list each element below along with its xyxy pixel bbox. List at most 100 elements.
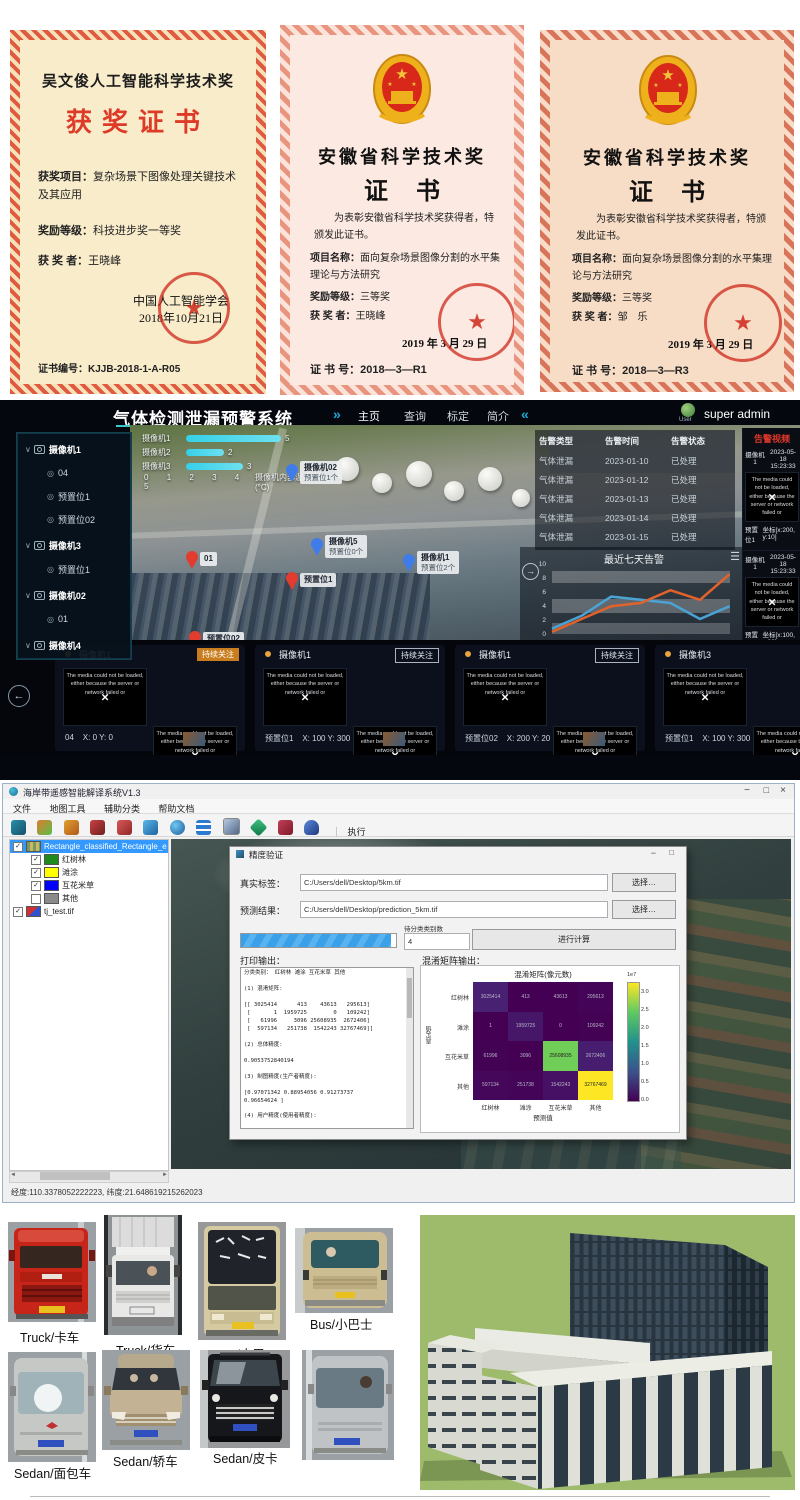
diamond-icon[interactable] bbox=[250, 818, 268, 836]
map-pin-preset1[interactable]: 预置位1 bbox=[285, 571, 299, 591]
maximize-button[interactable]: □ bbox=[669, 848, 674, 857]
map-pin-camera02[interactable]: 摄像机02预置位1个 bbox=[285, 463, 299, 483]
nav-prev-icon[interactable]: » bbox=[333, 406, 341, 422]
zoom-out-icon[interactable] bbox=[90, 820, 105, 835]
site-map[interactable]: 摄像机15 摄像机22 摄像机33 0 1 2 3 4 5 摄像机内部温度(°C… bbox=[130, 425, 800, 665]
avatar[interactable] bbox=[681, 403, 695, 417]
alarm-row[interactable]: 气体泄漏2023-01-14已处理 bbox=[535, 509, 735, 528]
prediction-path-input[interactable] bbox=[300, 901, 608, 918]
carousel-card[interactable]: 摄像机1 持续关注 The media could not be loaded,… bbox=[55, 645, 245, 751]
alarm-row[interactable]: 气体泄漏2023-01-15已处理 bbox=[535, 528, 735, 547]
zoom-in-icon[interactable] bbox=[117, 820, 132, 835]
delete-icon[interactable] bbox=[64, 820, 79, 835]
binoculars-icon[interactable] bbox=[11, 820, 26, 835]
certificate-title: 证书 bbox=[290, 171, 514, 206]
card-thumbnail[interactable] bbox=[583, 732, 605, 746]
checkbox[interactable]: ✓ bbox=[13, 842, 23, 852]
bar-label: 摄像机2 bbox=[142, 447, 182, 458]
layer-raster[interactable]: ✓tj_test.tif bbox=[10, 905, 168, 918]
tree-camera[interactable]: ∨摄像机3 bbox=[17, 537, 131, 553]
menu-icon[interactable]: ☰ bbox=[730, 550, 740, 563]
layer-class[interactable]: ✓滩涂 bbox=[10, 866, 168, 879]
card-video[interactable]: The media could not be loaded, either be… bbox=[63, 668, 147, 726]
video-player[interactable]: The media could not be loaded, either be… bbox=[745, 577, 799, 627]
layer-class[interactable]: 其他 bbox=[10, 892, 168, 905]
tiles-icon[interactable] bbox=[196, 820, 211, 835]
follow-badge[interactable]: 持续关注 bbox=[595, 648, 639, 663]
scroll-right-icon[interactable]: ► bbox=[162, 1172, 168, 1178]
minimize-button[interactable]: − bbox=[744, 785, 750, 796]
scrollbar-thumb[interactable] bbox=[407, 978, 412, 1018]
run-button[interactable]: 执行 bbox=[336, 827, 365, 837]
tree-camera[interactable]: ∨摄像机4 bbox=[17, 637, 131, 653]
map-pin-camera5[interactable]: 摄像机5预置位0个 bbox=[310, 537, 324, 557]
field-label: 奖励等级： bbox=[572, 293, 622, 304]
follow-badge[interactable]: 持续关注 bbox=[197, 648, 239, 661]
console-output[interactable]: 分类类别： 红树林 滩涂 互花米草 其他 (1) 混淆矩阵: [[ 302541… bbox=[240, 967, 414, 1129]
tree-preset[interactable]: ◎01 bbox=[17, 611, 131, 627]
map-pin-01[interactable]: 01 bbox=[185, 550, 199, 570]
image-icon[interactable] bbox=[223, 818, 240, 835]
map-pin-camera1[interactable]: 摄像机1预置位2个 bbox=[402, 553, 416, 573]
checkbox[interactable]: ✓ bbox=[13, 907, 23, 917]
card-thumbnail[interactable] bbox=[383, 732, 405, 746]
tree-preset[interactable]: ◎预置位1 bbox=[17, 488, 131, 504]
alarm-row[interactable]: 气体泄漏2023-01-10已处理 bbox=[535, 452, 735, 471]
follow-badge[interactable]: 持续关注 bbox=[395, 648, 439, 663]
menu-map-tools[interactable]: 地图工具 bbox=[49, 804, 85, 814]
checkbox[interactable]: ✓ bbox=[31, 881, 41, 891]
tree-camera[interactable]: ∨摄像机02 bbox=[17, 587, 131, 603]
h-scrollbar[interactable]: ◄ ► bbox=[9, 1171, 169, 1183]
browse-prediction-button[interactable]: 选择… bbox=[612, 900, 676, 919]
minimize-button[interactable]: − bbox=[651, 848, 656, 858]
card-footer: 预置位1 X: 100 Y: 300 bbox=[665, 733, 750, 744]
field-label: 获 奖 者： bbox=[572, 312, 618, 323]
carousel-card[interactable]: 摄像机1 持续关注 The media could not be loaded,… bbox=[255, 645, 445, 751]
export-icon[interactable] bbox=[278, 820, 293, 835]
layer-class[interactable]: ✓红树林 bbox=[10, 853, 168, 866]
card-video[interactable]: The media could not be loaded, either be… bbox=[753, 726, 800, 755]
heatmap-col-label: 红树林 bbox=[471, 1103, 511, 1112]
tree-preset[interactable]: ◎预置位02 bbox=[17, 511, 131, 527]
card-video[interactable]: The media could not be loaded, either be… bbox=[263, 668, 347, 726]
add-image-icon[interactable] bbox=[37, 820, 52, 835]
checkbox[interactable]: ✓ bbox=[31, 868, 41, 878]
scrollbar[interactable] bbox=[406, 968, 413, 1128]
card-video[interactable]: The media could not be loaded, either be… bbox=[463, 668, 547, 726]
tree-preset[interactable]: ◎预置位1 bbox=[17, 561, 131, 577]
username[interactable]: super admin bbox=[704, 407, 770, 421]
scroll-left-icon[interactable]: ◄ bbox=[10, 1172, 16, 1178]
tree-preset[interactable]: ◎04 bbox=[17, 465, 131, 481]
checkbox[interactable] bbox=[31, 894, 41, 904]
class-count-input[interactable] bbox=[404, 933, 470, 950]
menu-assist-classify[interactable]: 辅助分类 bbox=[104, 804, 140, 814]
layer-class[interactable]: ✓互花米草 bbox=[10, 879, 168, 892]
card-video[interactable]: The media could not be loaded, either be… bbox=[663, 668, 747, 726]
scrollbar-thumb[interactable] bbox=[40, 1172, 110, 1180]
compute-button[interactable]: 进行计算 bbox=[472, 929, 676, 950]
user-icon[interactable] bbox=[304, 820, 319, 835]
carousel-prev-button[interactable]: ← bbox=[8, 685, 30, 707]
video-player[interactable]: The media could not be loaded, either be… bbox=[745, 472, 799, 522]
checkbox[interactable]: ✓ bbox=[31, 855, 41, 865]
menu-help-doc[interactable]: 帮助文档 bbox=[158, 804, 194, 814]
carousel-card[interactable]: 摄像机3 The media could not be loaded, eith… bbox=[655, 645, 800, 751]
video-camera: 摄像机 1 bbox=[743, 554, 767, 575]
maximize-button[interactable]: □ bbox=[764, 785, 769, 795]
colorbar-tick: 0.5 bbox=[641, 1079, 649, 1085]
tree-camera[interactable]: ∨摄像机1 bbox=[17, 441, 131, 457]
card-thumbnail[interactable] bbox=[183, 732, 205, 746]
alarm-row[interactable]: 气体泄漏2023-01-13已处理 bbox=[535, 490, 735, 509]
menu-file[interactable]: 文件 bbox=[13, 804, 31, 814]
alarm-row[interactable]: 气体泄漏2023-01-12已处理 bbox=[535, 471, 735, 490]
carousel-card[interactable]: 摄像机1 持续关注 The media could not be loaded,… bbox=[455, 645, 645, 751]
close-button[interactable]: × bbox=[780, 785, 786, 796]
browse-truth-button[interactable]: 选择… bbox=[612, 873, 676, 892]
refresh-icon[interactable] bbox=[143, 820, 158, 835]
truth-path-input[interactable] bbox=[300, 874, 608, 891]
heatmap-cell: 1 bbox=[473, 1012, 508, 1042]
globe-icon[interactable] bbox=[170, 820, 185, 835]
svg-text:★: ★ bbox=[661, 67, 674, 84]
nav-next-icon[interactable]: « bbox=[521, 406, 529, 422]
layer-root[interactable]: ✓ Rectangle_classified_Rectangle_e bbox=[10, 840, 168, 853]
